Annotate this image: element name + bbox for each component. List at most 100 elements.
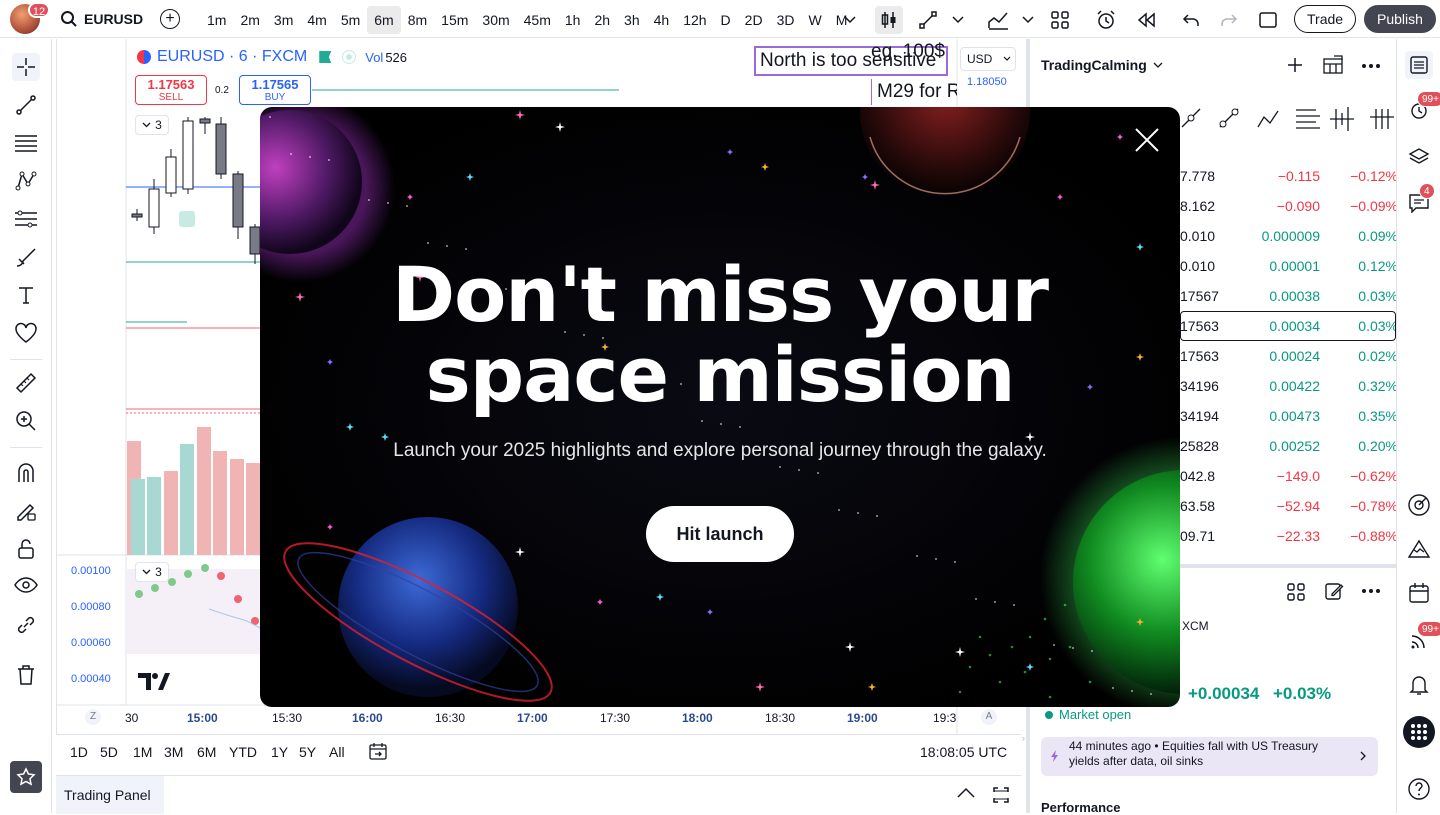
target-icon[interactable] — [1405, 491, 1433, 519]
forecasting-icon[interactable] — [12, 205, 40, 233]
candles-chart-type-icon[interactable] — [875, 6, 903, 34]
interval-15m[interactable]: 15m — [434, 6, 475, 34]
watchlist-row[interactable]: 042.8 −149.0 −0.62% — [1180, 461, 1398, 491]
interval-5m[interactable]: 5m — [334, 6, 367, 34]
text-icon[interactable] — [12, 281, 40, 309]
watchlist-row[interactable]: 34196 0.00422 0.32% — [1180, 371, 1398, 401]
more-options-icon[interactable] — [1361, 588, 1381, 594]
interval-4m[interactable]: 4m — [300, 6, 333, 34]
chevron-down-icon[interactable] — [1014, 6, 1042, 34]
buy-button[interactable]: 1.17565 BUY — [239, 75, 311, 105]
close-icon[interactable] — [1132, 125, 1162, 155]
range-3m[interactable]: 3M — [164, 744, 183, 760]
help-icon[interactable] — [1405, 775, 1433, 803]
undo-icon[interactable] — [1177, 6, 1205, 34]
indicators-icon[interactable] — [984, 6, 1012, 34]
trash-icon[interactable] — [12, 661, 40, 689]
compare-symbol-button[interactable]: + — [160, 9, 180, 29]
interval-2d[interactable]: 2D — [738, 6, 770, 34]
layers-icon[interactable] — [1405, 143, 1433, 171]
interval-1m[interactable]: 1m — [200, 6, 233, 34]
replay-icon[interactable] — [1132, 6, 1160, 34]
watchlist-row[interactable]: 17563 0.00024 0.02% — [1180, 341, 1398, 371]
ideas-mountain-icon[interactable] — [1405, 535, 1433, 563]
link-icon[interactable] — [12, 611, 40, 639]
pattern-icon[interactable] — [12, 167, 40, 195]
magnet-icon[interactable] — [12, 459, 40, 487]
tradingview-logo-icon[interactable] — [138, 673, 170, 691]
interval-4h[interactable]: 4h — [647, 6, 677, 34]
trade-button[interactable]: Trade — [1294, 5, 1357, 33]
apps-grid-icon[interactable] — [1403, 716, 1435, 748]
interval-3h[interactable]: 3h — [617, 6, 647, 34]
trend-line-icon[interactable] — [12, 91, 40, 119]
range-1d[interactable]: 1D — [70, 744, 88, 760]
favorites-star-icon[interactable] — [10, 761, 42, 793]
date-range-calendar-icon[interactable] — [368, 742, 388, 762]
interval-3d[interactable]: 3D — [770, 6, 802, 34]
redo-icon[interactable] — [1215, 6, 1243, 34]
interval-3m[interactable]: 3m — [267, 6, 300, 34]
watchlist-row[interactable]: 63.58 −52.94 −0.78% — [1180, 491, 1398, 521]
crosshair-icon[interactable] — [12, 53, 40, 81]
hit-launch-button[interactable]: Hit launch — [646, 506, 794, 562]
interval-2m[interactable]: 2m — [233, 6, 266, 34]
text-note-drawing[interactable]: eg. 100$ — [871, 41, 945, 63]
eye-icon[interactable] — [12, 571, 40, 599]
interval-12h[interactable]: 12h — [676, 6, 713, 34]
more-options-icon[interactable] — [1361, 63, 1381, 69]
axis-auto-button[interactable]: A — [981, 709, 997, 725]
watchlist-row[interactable]: 09.71 −22.33 −0.88% — [1180, 521, 1398, 551]
sell-button[interactable]: 1.17563 SELL — [135, 75, 207, 105]
drawing-lock-icon[interactable] — [12, 497, 40, 525]
trading-panel-tab[interactable]: Trading Panel — [64, 787, 151, 803]
alert-clock-icon[interactable] — [1092, 6, 1120, 34]
news-card[interactable]: 44 minutes ago • Equities fall with US T… — [1041, 737, 1378, 776]
fib-retracement-icon[interactable] — [12, 129, 40, 157]
range-5d[interactable]: 5D — [100, 744, 118, 760]
sub-indicators-collapse-button[interactable]: 3 — [135, 562, 169, 582]
watchlist-icon[interactable] — [1405, 51, 1433, 79]
ruler-icon[interactable] — [12, 369, 40, 397]
edit-note-icon[interactable] — [1324, 581, 1344, 601]
watchlist-title[interactable]: TradingCalming — [1041, 57, 1163, 73]
interval-dropdown-icon[interactable] — [836, 6, 864, 34]
range-6m[interactable]: 6M — [197, 744, 216, 760]
range-1y[interactable]: 1Y — [271, 744, 288, 760]
range-ytd[interactable]: YTD — [229, 744, 257, 760]
advanced-view-icon[interactable] — [1322, 55, 1344, 75]
lock-icon[interactable] — [12, 535, 40, 563]
watchlist-row[interactable]: 17567 0.00038 0.03% — [1180, 281, 1398, 311]
interval-d[interactable]: D — [714, 6, 738, 34]
symbol-search[interactable]: EURUSD — [60, 8, 143, 30]
maximize-panel-icon[interactable] — [992, 786, 1010, 804]
range-all[interactable]: All — [329, 744, 345, 760]
layout-grid-icon[interactable] — [1286, 582, 1306, 602]
interval-45m[interactable]: 45m — [517, 6, 558, 34]
layout-grid-icon[interactable] — [1046, 6, 1074, 34]
flag-marker-icon[interactable] — [319, 51, 332, 63]
time-axis[interactable]: Z 30 15:00 15:30 16:00 16:30 17:00 17:30 18:00 1… — [57, 705, 957, 734]
currency-select[interactable]: USD — [960, 47, 1016, 71]
zoom-in-icon[interactable] — [12, 407, 40, 435]
bell-icon[interactable] — [1405, 671, 1433, 699]
chevron-up-icon[interactable] — [956, 787, 976, 799]
range-5y[interactable]: 5Y — [299, 744, 316, 760]
add-symbol-icon[interactable] — [1286, 56, 1304, 74]
range-1m[interactable]: 1M — [133, 744, 152, 760]
brush-icon[interactable] — [12, 243, 40, 271]
interval-w[interactable]: W — [801, 6, 828, 34]
indicators-collapse-button[interactable]: 3 — [135, 115, 169, 135]
publish-button[interactable]: Publish — [1364, 5, 1436, 33]
watchlist-row[interactable]: 8.162 −0.090 −0.09% — [1180, 191, 1398, 221]
watchlist-row[interactable]: 7.778 −0.115 −0.12% — [1180, 161, 1398, 191]
chevron-down-icon[interactable] — [944, 6, 972, 34]
interval-6m[interactable]: 6m — [367, 6, 401, 34]
text-note-drawing[interactable]: M29 for R — [871, 79, 957, 105]
watchlist-row[interactable]: 0.010 0.000009 0.09% — [1180, 221, 1398, 251]
interval-30m[interactable]: 30m — [475, 6, 516, 34]
clock-timezone[interactable]: 18:08:05 UTC — [920, 744, 1007, 760]
watchlist-row[interactable]: 0.010 0.00001 0.12% — [1180, 251, 1398, 281]
axis-z-button[interactable]: Z — [85, 709, 101, 725]
interval-8m[interactable]: 8m — [401, 6, 434, 34]
